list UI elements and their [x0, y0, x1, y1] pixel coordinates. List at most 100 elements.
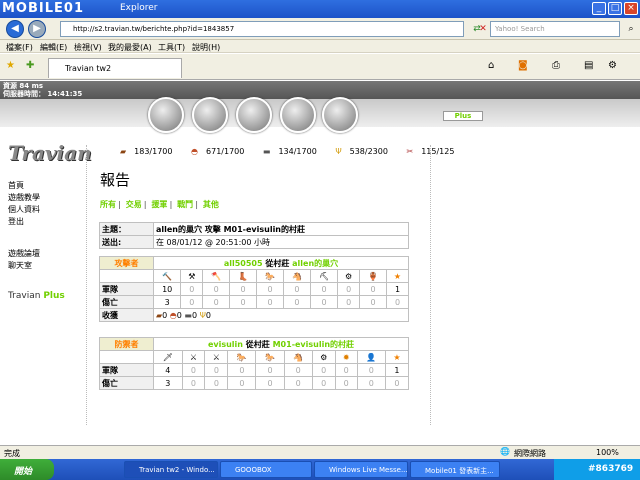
sidebar-item-home[interactable]: 首頁	[8, 180, 24, 191]
ram-icon: ⛏	[309, 269, 339, 283]
subject-value: allen的巢穴 攻擊 M01-evisulin的村莊	[153, 222, 409, 236]
hero-icon: ★	[384, 350, 410, 364]
page-icon[interactable]: ▤	[584, 60, 593, 71]
defender-label: 防禦者	[99, 337, 154, 351]
watermark-logo: MOBILE01	[2, 1, 84, 16]
taskbar-item-gooobox[interactable]: GOOOBOX	[220, 461, 312, 478]
iron-icon: ▬	[184, 310, 192, 320]
reports-icon[interactable]	[322, 97, 358, 133]
filter-trade[interactable]: 交易	[126, 200, 142, 209]
menu-view[interactable]: 檢視(V)	[74, 42, 102, 53]
sidebar-item-tutorial[interactable]: 遊戲教學	[8, 192, 40, 203]
search-icon[interactable]: ⌕	[624, 22, 638, 36]
menu-tools[interactable]: 工具(T)	[158, 42, 185, 53]
praetorian-icon: ⚔	[181, 350, 206, 364]
defender-troops-row: 軍隊 4000000001	[99, 363, 410, 377]
menu-file[interactable]: 檔案(F)	[6, 42, 33, 53]
favorites-star-icon[interactable]: ★	[6, 60, 15, 71]
status-bar: 完成 🌐 網際網路 100%	[0, 445, 640, 459]
menu-edit[interactable]: 編輯(E)	[40, 42, 67, 53]
attacker-troops-row: 軍隊 10 0 0 0 0 0 0 0 0 1	[99, 282, 410, 296]
add-favorite-icon[interactable]: ✚	[26, 60, 34, 71]
gear-icon[interactable]: ⚙	[608, 60, 617, 71]
minimize-button[interactable]: _	[592, 2, 606, 15]
filter-other[interactable]: 其他	[203, 200, 219, 209]
lumber-icon: ▰	[120, 147, 127, 156]
title-bar: MOBILE01 Explorer _ □ ×	[0, 0, 640, 18]
taskbar: 開始 Travian tw2 - Windo... GOOOBOX Window…	[0, 459, 640, 480]
crop-consumption: ✂ 115/125	[406, 147, 455, 156]
lumber-resource: ▰ 183/1700	[120, 147, 173, 156]
forward-button[interactable]: ▶	[28, 20, 46, 38]
clubswinger-icon: 🔨	[152, 269, 182, 283]
internet-zone-icon: 🌐	[500, 447, 510, 456]
defender-unit-icons: 🗡 ⚔ ⚔ 🐎 🐎 🐴 ⚙ ✹ 👤 ★	[99, 350, 410, 364]
filter-attack[interactable]: 戰鬥	[177, 200, 193, 209]
statistics-icon[interactable]	[280, 97, 316, 133]
hero-icon: ★	[385, 269, 410, 283]
attacker-village[interactable]: allen的巢穴	[292, 259, 338, 268]
clay-icon: ◓	[169, 310, 177, 320]
chief-icon: 🏺	[359, 269, 387, 283]
defender-info: evisulin 從村莊 M01-evisulin的村莊	[153, 337, 409, 351]
iron-resource: ▬ 134/1700	[262, 147, 317, 156]
window-title: Explorer	[120, 3, 158, 13]
loot-values: ▰0 ◓0 ▬0 Ψ0	[153, 308, 409, 322]
loot-row: 收獲 ▰0 ◓0 ▬0 Ψ0	[99, 308, 409, 322]
menu-help[interactable]: 說明(H)	[192, 42, 220, 53]
sidebar-item-forum[interactable]: 遊戲論壇	[8, 248, 40, 259]
scout-icon: 👢	[229, 269, 258, 283]
clay-icon: ◓	[191, 147, 199, 156]
zoom-level[interactable]: 100%	[596, 448, 619, 457]
taskbar-item-messenger[interactable]: Windows Live Messe...	[314, 461, 408, 478]
map-icon[interactable]	[236, 97, 272, 133]
ping-text: 資源 84 ms	[3, 82, 44, 90]
page-content: 資源 84 ms 伺服器時間： 14:41:35 Plus Travian ▰ 1…	[0, 81, 640, 445]
senator-icon: 👤	[356, 350, 386, 364]
equites-legati-icon: 🐎	[227, 350, 257, 364]
village-overview-icon[interactable]	[148, 97, 184, 133]
stop-icon[interactable]: ✕	[476, 22, 490, 36]
taskbar-item-travian[interactable]: Travian tw2 - Windo...	[124, 461, 218, 478]
equites-caesaris-icon: 🐴	[283, 350, 313, 364]
resource-bar: ▰ 183/1700 ◓ 671/1700 ▬ 134/1700 Ψ 538/2300 …	[120, 147, 470, 156]
defender-table: 防禦者 evisulin 從村莊 M01-evisulin的村莊 🗡 ⚔ ⚔ 🐎 🐎 🐴 ⚙…	[99, 337, 410, 390]
home-icon[interactable]: ⌂	[488, 60, 494, 71]
clay-resource: ◓ 671/1700	[191, 147, 245, 156]
consumption-icon: ✂	[406, 147, 414, 156]
defender-name[interactable]: evisulin	[208, 340, 243, 349]
close-button[interactable]: ×	[624, 2, 638, 15]
feed-icon[interactable]: ◙	[518, 60, 528, 71]
village-center-icon[interactable]	[192, 97, 228, 133]
defender-village[interactable]: M01-evisulin的村莊	[273, 340, 354, 349]
filter-reinforcement[interactable]: 援軍	[151, 200, 167, 209]
sidebar-item-chat[interactable]: 聊天室	[8, 260, 32, 271]
teutonic-knight-icon: 🐴	[282, 269, 311, 283]
taskbar-item-mobile01[interactable]: Mobile01 發表新主...	[410, 461, 500, 478]
address-field[interactable]: http://s2.travian.tw/berichte.php?id=184…	[60, 21, 464, 37]
filter-all[interactable]: 所有	[100, 200, 116, 209]
start-button[interactable]: 開始	[0, 459, 54, 480]
attacker-name[interactable]: all50505	[224, 259, 263, 268]
back-button[interactable]: ◀	[6, 20, 24, 38]
menu-bar: 檔案(F) 編輯(E) 檢視(V) 我的最愛(A) 工具(T) 說明(H)	[0, 40, 640, 53]
status-text: 完成	[4, 449, 20, 458]
sidebar-item-logout[interactable]: 登出	[8, 216, 24, 227]
catapult-icon: ⚙	[337, 269, 361, 283]
sidebar-item-profile[interactable]: 個人資料	[8, 204, 40, 215]
sidebar-travian-plus[interactable]: Travian Plus	[8, 291, 65, 301]
search-input[interactable]: Yahoo! Search	[490, 21, 620, 37]
navigation-bar: ◀ ▶ http://s2.travian.tw/berichte.php?id…	[0, 18, 640, 40]
maximize-button[interactable]: □	[608, 2, 622, 15]
server-info-bar: 資源 84 ms 伺服器時間： 14:41:35	[0, 81, 640, 99]
report-header-table: 主題： allen的巢穴 攻擊 M01-evisulin的村莊 送出: 在 08/0…	[99, 222, 409, 249]
tab-travian[interactable]: Travian tw2	[48, 58, 182, 78]
right-divider	[430, 145, 431, 425]
print-icon[interactable]: ⎙	[552, 60, 560, 71]
fire-catapult-icon: ✹	[334, 350, 358, 364]
imperian-icon: ⚔	[204, 350, 229, 364]
menu-favorites[interactable]: 我的最愛(A)	[108, 42, 152, 53]
plus-button[interactable]: Plus	[443, 111, 483, 121]
axeman-icon: 🪓	[202, 269, 231, 283]
crop-resource: Ψ 538/2300	[335, 147, 388, 156]
